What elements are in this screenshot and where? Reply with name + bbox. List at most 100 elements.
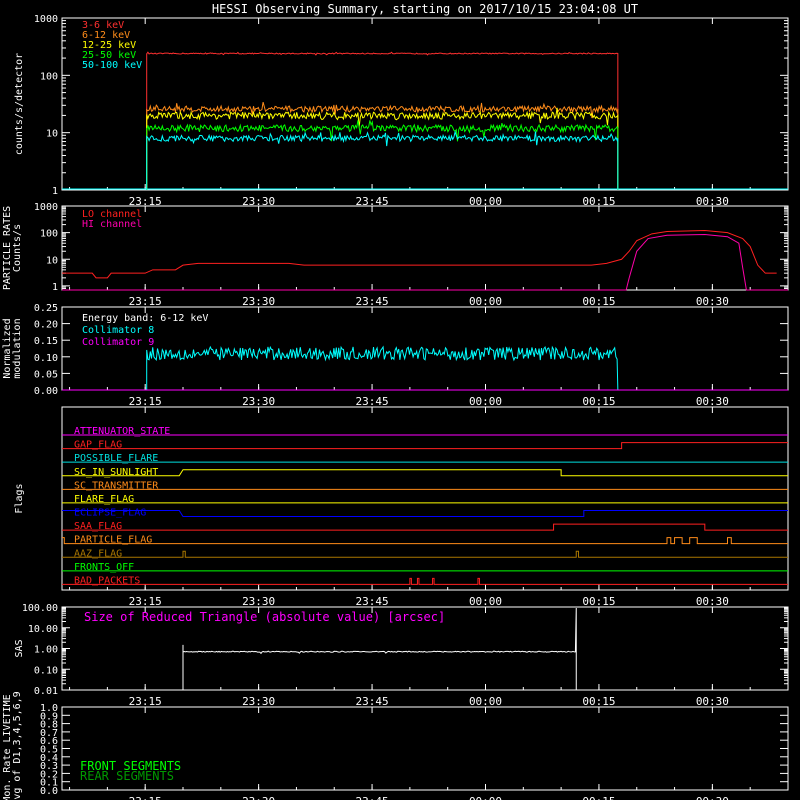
flag-label: ECLIPSE_FLAG [74,508,146,519]
time-tick-label: 23:15 [129,295,162,308]
y-axis-label: avg of D1,3,4,5,6,9 [12,691,23,800]
legend-entry: 50-100 keV [82,60,142,71]
particle-rates-panel: 23:15 23:30 23:45 00:00 00:15 00:30 1 10 100 1000… [2,202,789,308]
time-tick-label: 00:00 [469,795,502,800]
y-tick-label: 1000 [34,202,58,213]
energy-band-annotation: Energy band: 6-12 keV [82,313,208,324]
y-tick-label: 10.00 [28,624,58,635]
y-tick-label: 0.05 [34,369,58,380]
y-tick-label: 100 [40,229,58,240]
y-tick-label: 1.0 [40,703,58,714]
y-tick-label: 0.20 [34,320,58,331]
time-tick-label: 00:00 [469,295,502,308]
y-tick-label: 1.00 [34,645,58,656]
series-line-LO-channel [62,230,777,279]
y-tick-label: 0.10 [34,665,58,676]
flag-label: ATTENUATOR_STATE [74,426,170,437]
time-tick-label: 23:15 [129,695,162,708]
y-tick-label: 1000 [34,14,58,25]
y-tick-label: 100 [40,71,58,82]
series-line-3-6-keV [146,51,619,190]
time-tick-label: 23:15 [129,595,162,608]
time-tick-label: 00:00 [469,695,502,708]
time-tick-label: 23:30 [242,395,275,408]
time-tick-label: 00:15 [582,695,615,708]
time-tick-label: 00:15 [582,295,615,308]
y-tick-label: 100.00 [22,603,58,614]
flag-label: PARTICLE_FLAG [74,535,152,546]
time-tick-label: 23:45 [356,795,389,800]
time-tick-label: 00:30 [696,395,729,408]
y-axis-label: Counts/s [12,224,23,272]
count-rates-panel: 23:15 23:30 23:45 00:00 00:15 00:301101001000… [14,14,789,208]
livetime-panel: 23:1523:3023:4500:0000:1500:300.00.10.20… [2,691,789,800]
series-line-25-50-keV [146,120,619,190]
legend-entry: HI channel [82,219,142,230]
time-tick-label: 00:15 [582,595,615,608]
flag-line-bad-packets [62,577,788,585]
y-tick-label: 10 [46,129,58,140]
flag-label: SAA_FLAG [74,521,122,532]
legend-entry: REAR SEGMENTS [80,769,174,783]
flag-label: FRONTS_OFF [74,562,134,573]
legend-entry: Collimator 9 [82,337,154,348]
time-tick-label: 23:15 [129,795,162,800]
particle-rates-panel-frame [61,205,789,291]
y-tick-label: 0.25 [34,303,58,314]
legend-entry: Collimator 8 [82,325,154,336]
flags-panel: 23:15 23:30 23:45 00:00 00:15 00:30 Flags ATTEN… [14,406,789,608]
series-line-12-25-keV [146,107,619,190]
page-title: HESSI Observing Summary, starting on 201… [212,2,638,16]
summary-figure: HESSI Observing Summary, starting on 201… [2,2,789,800]
time-tick-label: 23:15 [129,395,162,408]
y-tick-label: 0.15 [34,336,58,347]
flag-line-eclipse-flag [62,510,788,517]
time-tick-label: 00:00 [469,395,502,408]
time-tick-label: 00:00 [469,595,502,608]
time-tick-label: 00:30 [696,595,729,608]
y-tick-label: 0.00 [34,386,58,397]
flag-label: FLARE_FLAG [74,494,134,505]
flag-label: GAP_FLAG [74,440,122,451]
modulation-panel: 23:15 23:30 23:45 00:00 00:15 00:30 0.00 0.05 0.… [2,303,789,408]
sas-annotation: Size of Reduced Triangle (absolute value… [84,610,445,624]
count-rates-panel-frame [61,17,789,191]
flags-panel-frame [61,406,789,591]
y-axis-label: counts/s/detector [14,53,25,155]
time-tick-label: 23:45 [356,395,389,408]
time-tick-label: 00:15 [582,395,615,408]
y-tick-label: 0.10 [34,353,58,364]
time-tick-label: 23:45 [356,595,389,608]
flag-line-particle-flag [62,537,788,545]
y-tick-label: 1 [52,282,58,293]
time-tick-label: 23:30 [242,295,275,308]
time-tick-label: 23:30 [242,695,275,708]
series-line-50-100-keV [146,130,619,190]
flag-line-saa-flag [62,523,788,531]
flag-label: SC_TRANSMITTER [74,480,159,491]
time-tick-label: 23:45 [356,295,389,308]
y-axis-label: modulation [12,318,23,378]
flag-line-sc-in-sunlight [62,469,788,477]
y-tick-label: 1 [52,186,58,197]
y-tick-label: 10 [46,255,58,266]
flag-line-aaz-flag [62,550,788,558]
y-axis-label: Flags [14,483,25,513]
time-tick-label: 00:30 [696,795,729,800]
series-line-collimator-8 [146,345,619,391]
time-tick-label: 23:30 [242,795,275,800]
flag-label: SC_IN_SUNLIGHT [74,467,158,478]
flag-label: AAZ_FLAG [74,548,122,559]
time-tick-label: 23:45 [356,695,389,708]
time-tick-label: 00:15 [582,795,615,800]
observing-summary: HESSI Observing Summary, starting on 201… [0,0,800,800]
time-tick-label: 00:30 [696,695,729,708]
flag-line-gap-flag [62,442,788,450]
series-line-HI-channel [62,234,788,291]
y-tick-label: 0.01 [34,686,58,697]
time-tick-label: 23:30 [242,595,275,608]
time-tick-label: 00:30 [696,295,729,308]
flag-label: BAD_PACKETS [74,575,140,586]
y-axis-label: SAS [14,639,25,657]
sas-panel: 23:15 23:30 23:45 00:00 00:15 00:30 0.01 0.10 1.… [14,603,789,708]
